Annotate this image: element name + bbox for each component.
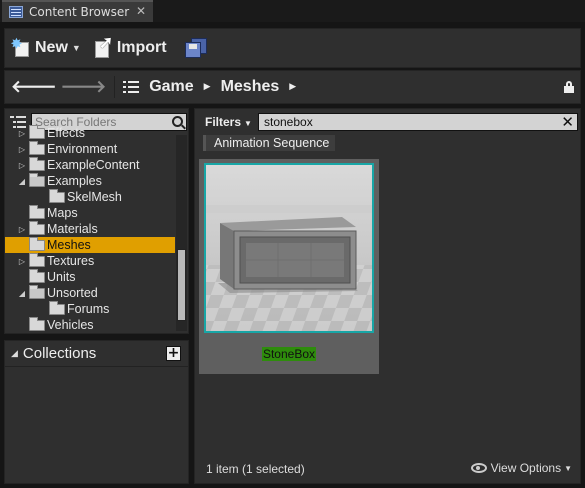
folder-materials[interactable]: ▷ Materials <box>5 221 175 237</box>
asset-thumbnail <box>204 163 374 333</box>
folder-label: ExampleContent <box>47 158 140 172</box>
folder-icon <box>29 285 45 299</box>
asset-search-value: stonebox <box>264 115 313 129</box>
chevron-down-icon: ▼ <box>71 43 81 53</box>
chevron-down-icon: ▼ <box>564 463 572 473</box>
sources-tree-icon[interactable] <box>123 80 140 94</box>
lock-icon[interactable] <box>564 81 574 93</box>
folder-forums[interactable]: Forums <box>5 301 175 317</box>
clear-search-icon[interactable]: ✕ <box>561 113 574 131</box>
collections-panel: ◢ Collections + <box>4 340 189 484</box>
new-button-label: New <box>35 39 68 56</box>
folder-units[interactable]: Units <box>5 269 175 285</box>
tab-close-icon[interactable]: ✕ <box>136 4 146 18</box>
save-all-icon[interactable] <box>184 38 207 58</box>
folder-icon <box>29 221 45 235</box>
folder-label: Environment <box>47 142 118 156</box>
folder-label: Vehicles <box>47 318 94 332</box>
view-options-button[interactable]: View Options ▼ <box>470 461 572 475</box>
expanded-arrow-icon[interactable]: ◢ <box>17 289 27 298</box>
tab-content-browser[interactable]: Content Browser ✕ <box>2 0 153 22</box>
folder-label: Units <box>47 270 76 284</box>
folder-icon <box>49 189 65 203</box>
folder-icon <box>29 205 45 219</box>
folder-panel: Search Folders ▷ Effects ▷ Environment ▷ Exam… <box>4 108 189 334</box>
folder-icon <box>29 269 45 283</box>
folder-skelmesh[interactable]: SkelMesh <box>5 189 175 205</box>
breadcrumb-meshes[interactable]: Meshes <box>221 78 280 96</box>
collections-title: Collections <box>22 345 97 362</box>
divider <box>114 76 116 98</box>
filter-chip-animation-sequence[interactable]: Animation Sequence <box>203 135 336 151</box>
import-button-label: Import <box>116 39 167 56</box>
collapsed-arrow-icon[interactable]: ▷ <box>17 257 27 266</box>
filters-row: Filters ▼ stonebox ✕ <box>195 111 580 133</box>
folder-icon <box>29 253 45 267</box>
collections-header[interactable]: ◢ Collections + <box>5 341 188 367</box>
folder-icon <box>29 317 45 331</box>
folder-label: Forums <box>67 302 110 316</box>
filter-chip-label: Animation Sequence <box>214 136 330 150</box>
path-bar: 🡐 🡒 Game ▶ Meshes ▶ <box>4 70 581 104</box>
expanded-arrow-icon[interactable]: ◢ <box>17 177 27 186</box>
folder-effects[interactable]: ▷ Effects <box>5 125 175 141</box>
folder-icon <box>29 141 45 155</box>
asset-tile-label-wrap: StoneBox <box>199 343 379 362</box>
forward-arrow-icon[interactable]: 🡒 <box>61 77 107 97</box>
import-button[interactable]: ➚ Import <box>93 33 167 59</box>
folder-label: SkelMesh <box>67 190 122 204</box>
stonebox-preview-image <box>206 165 372 331</box>
new-button[interactable]: ✸ New ▼ <box>11 36 81 58</box>
folder-environment[interactable]: ▷ Environment <box>5 141 175 157</box>
folder-examplecontent[interactable]: ▷ ExampleContent <box>5 157 175 173</box>
filters-label: Filters <box>205 115 242 129</box>
collapsed-arrow-icon[interactable]: ▷ <box>17 145 27 154</box>
asset-tile-stonebox[interactable]: StoneBox <box>199 159 379 374</box>
asset-name: StoneBox <box>261 347 317 361</box>
collapsed-arrow-icon[interactable]: ▷ <box>17 129 27 138</box>
add-collection-button[interactable]: + <box>166 346 181 361</box>
folder-textures[interactable]: ▷ Textures <box>5 253 175 269</box>
asset-search-input[interactable]: stonebox ✕ <box>258 113 578 131</box>
folder-scrollbar-thumb[interactable] <box>177 249 186 321</box>
breadcrumb-game[interactable]: Game <box>149 78 193 96</box>
chevron-down-icon: ▼ <box>244 119 252 128</box>
folder-label: Examples <box>47 174 102 188</box>
collapsed-arrow-icon[interactable]: ▷ <box>17 161 27 170</box>
folder-vehicles[interactable]: Vehicles <box>5 317 175 333</box>
folder-label: Effects <box>47 126 85 140</box>
status-text: 1 item (1 selected) <box>206 462 305 476</box>
toolbar: ✸ New ▼ ➚ Import <box>4 28 581 68</box>
tab-label: Content Browser <box>29 5 130 19</box>
folder-icon <box>29 157 45 171</box>
folder-maps[interactable]: Maps <box>5 205 175 221</box>
folder-label: Textures <box>47 254 95 268</box>
view-options-label: View Options <box>490 461 562 475</box>
collapse-arrow-icon[interactable]: ◢ <box>11 349 18 359</box>
folder-unsorted[interactable]: ◢ Unsorted <box>5 285 175 301</box>
back-arrow-icon[interactable]: 🡐 <box>11 77 57 97</box>
folder-meshes[interactable]: Meshes <box>5 237 175 253</box>
collapsed-arrow-icon[interactable]: ▷ <box>17 225 27 234</box>
new-asset-icon: ✸ <box>11 36 31 58</box>
eye-icon <box>470 463 487 473</box>
tab-bar: Content Browser ✕ <box>0 0 585 22</box>
import-icon: ➚ <box>93 33 113 59</box>
filters-button[interactable]: Filters ▼ <box>205 115 252 129</box>
folder-icon <box>29 173 45 187</box>
folder-icon <box>29 237 45 251</box>
folder-label: Meshes <box>47 238 91 252</box>
breadcrumb-arrow-icon[interactable]: ▶ <box>204 82 211 92</box>
folder-icon <box>29 125 45 139</box>
content-browser-icon <box>9 6 23 18</box>
breadcrumb-arrow-icon[interactable]: ▶ <box>289 82 296 92</box>
folder-label: Unsorted <box>47 286 98 300</box>
folder-label: Materials <box>47 222 98 236</box>
asset-panel: Filters▼ stonebox ✕ Animation Sequence <box>194 108 581 484</box>
folder-icon <box>49 301 65 315</box>
folder-examples[interactable]: ◢ Examples <box>5 173 175 189</box>
folder-label: Maps <box>47 206 78 220</box>
